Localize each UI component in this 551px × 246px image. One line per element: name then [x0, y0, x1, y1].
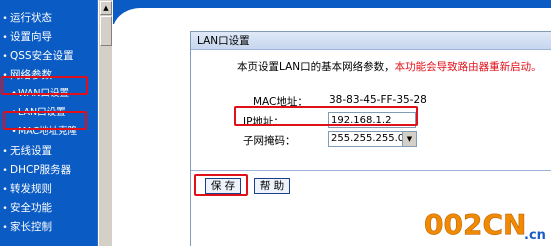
bullet-icon: • — [2, 223, 8, 233]
subnet-mask-select[interactable]: 255.255.255.0 ▼ — [328, 131, 417, 147]
sidebar-scrollbar[interactable]: ▲ — [98, 0, 112, 246]
sidebar-item-security[interactable]: • 安全功能 — [0, 199, 96, 217]
sidebar-item-status[interactable]: • 运行状态 — [0, 9, 96, 27]
sidebar-item-lan[interactable]: •LAN口设置 — [10, 104, 96, 122]
sidebar-item-wan[interactable]: •WAN口设置 — [10, 85, 96, 103]
sidebar-item-label: 设置向导 — [10, 31, 52, 43]
logo-text-suffix: .cn — [524, 228, 546, 243]
bullet-icon: • — [2, 166, 8, 176]
bullet-icon: • — [2, 204, 8, 214]
sidebar-item-label: LAN口设置 — [18, 107, 66, 118]
sidebar-nav: • 运行状态 • 设置向导 • QSS安全设置 • 网络参数 •WAN口设置 •LAN口… — [0, 0, 98, 246]
divider — [191, 170, 551, 171]
restart-warning: 本功能会导致路由器重新启动。 — [394, 61, 542, 73]
sidebar-item-forwarding[interactable]: • 转发规则 — [0, 180, 96, 198]
sidebar-item-label: 安全功能 — [10, 202, 52, 214]
sidebar-item-setup-wizard[interactable]: • 设置向导 — [0, 28, 96, 46]
sidebar-item-label: DHCP服务器 — [10, 164, 72, 176]
bullet-icon: • — [2, 33, 8, 43]
help-button[interactable]: 帮 助 — [254, 178, 290, 194]
bullet-icon: • — [11, 89, 17, 99]
subnet-mask-value: 255.255.255.0 — [331, 133, 405, 144]
sidebar-item-label: 家长控制 — [10, 221, 52, 233]
bullet-icon: • — [2, 147, 8, 157]
chevron-down-icon[interactable]: ▼ — [402, 132, 416, 146]
intro-description: 本页设置LAN口的基本网络参数， — [237, 61, 395, 73]
sidebar-item-label: WAN口设置 — [18, 88, 69, 99]
sidebar-item-label: 网络参数 — [10, 69, 52, 81]
bullet-icon: • — [2, 185, 8, 195]
ip-address-label: IP地址： — [243, 116, 284, 128]
bullet-icon: • — [11, 127, 17, 137]
sidebar-item-label: MAC地址克隆 — [18, 126, 78, 137]
sidebar-item-label: 转发规则 — [10, 183, 52, 195]
sidebar-item-wireless[interactable]: • 无线设置 — [0, 142, 96, 160]
mac-address-value: 38-83-45-FF-35-28 — [329, 94, 427, 106]
bullet-icon: • — [2, 14, 8, 24]
mac-address-label: MAC地址： — [253, 96, 308, 108]
sidebar-item-label: 无线设置 — [10, 145, 52, 157]
scroll-up-icon[interactable]: ▲ — [100, 1, 112, 15]
save-button[interactable]: 保 存 — [205, 178, 241, 194]
sidebar-item-parental[interactable]: • 家长控制 — [0, 218, 96, 236]
panel-title: LAN口设置 — [191, 32, 551, 50]
site-logo: 002CN .cn — [424, 208, 546, 243]
intro-text: 本页设置LAN口的基本网络参数，本功能会导致路由器重新启动。 — [237, 59, 542, 74]
ip-address-input[interactable] — [328, 112, 416, 128]
sidebar-item-label: QSS安全设置 — [10, 50, 74, 62]
bullet-icon: • — [2, 52, 8, 62]
sidebar-item-label: 运行状态 — [10, 12, 52, 24]
scrollbar-thumb[interactable] — [100, 16, 112, 46]
bullet-icon: • — [2, 71, 8, 81]
subnet-mask-label: 子网掩码： — [243, 135, 296, 147]
bullet-icon: • — [11, 108, 17, 118]
sidebar-item-dhcp[interactable]: • DHCP服务器 — [0, 161, 96, 179]
sidebar-item-network[interactable]: • 网络参数 — [0, 66, 96, 84]
sidebar-item-mac-clone[interactable]: •MAC地址克隆 — [10, 123, 96, 141]
logo-text-main: 002CN — [424, 208, 526, 241]
sidebar-item-qss[interactable]: • QSS安全设置 — [0, 47, 96, 65]
